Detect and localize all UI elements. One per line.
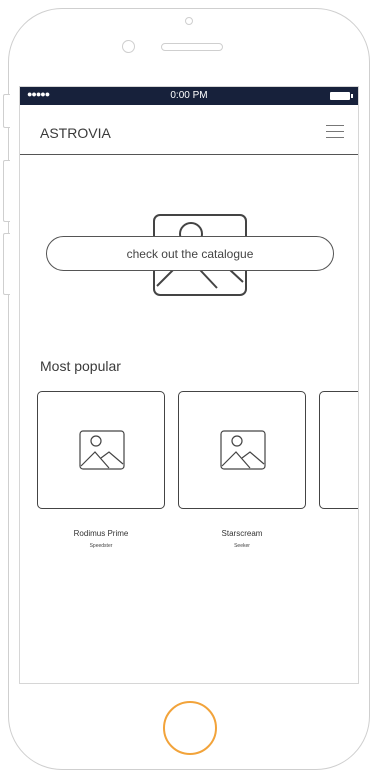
image-placeholder-icon	[79, 430, 125, 470]
sensor-dot	[185, 17, 193, 25]
app-screen: ●●●●● 0:00 PM ASTROVIA check out the cat…	[19, 86, 359, 684]
hamburger-menu-icon[interactable]	[326, 125, 344, 139]
product-card-image[interactable]	[178, 391, 306, 509]
header-divider	[20, 154, 358, 155]
battery-icon	[330, 92, 353, 100]
product-subtitle: Seeker	[234, 543, 250, 549]
status-bar: ●●●●● 0:00 PM	[20, 87, 358, 105]
product-subtitle: Speedster	[89, 543, 113, 549]
product-card-image-partial[interactable]	[319, 391, 358, 509]
catalogue-button[interactable]: check out the catalogue	[46, 236, 334, 271]
mute-switch	[3, 94, 10, 128]
volume-up-button	[3, 160, 10, 222]
front-camera	[122, 40, 135, 53]
product-name: Rodimus Prime	[73, 529, 129, 538]
earpiece-speaker	[161, 43, 223, 51]
section-title-most-popular: Most popular	[40, 358, 121, 374]
app-title: ASTROVIA	[40, 125, 111, 141]
product-name: Starscream	[221, 529, 263, 538]
image-placeholder-icon	[220, 430, 266, 470]
home-button[interactable]	[163, 701, 217, 755]
status-time: 0:00 PM	[170, 90, 208, 101]
product-card-image[interactable]	[37, 391, 165, 509]
volume-down-button	[3, 233, 10, 295]
